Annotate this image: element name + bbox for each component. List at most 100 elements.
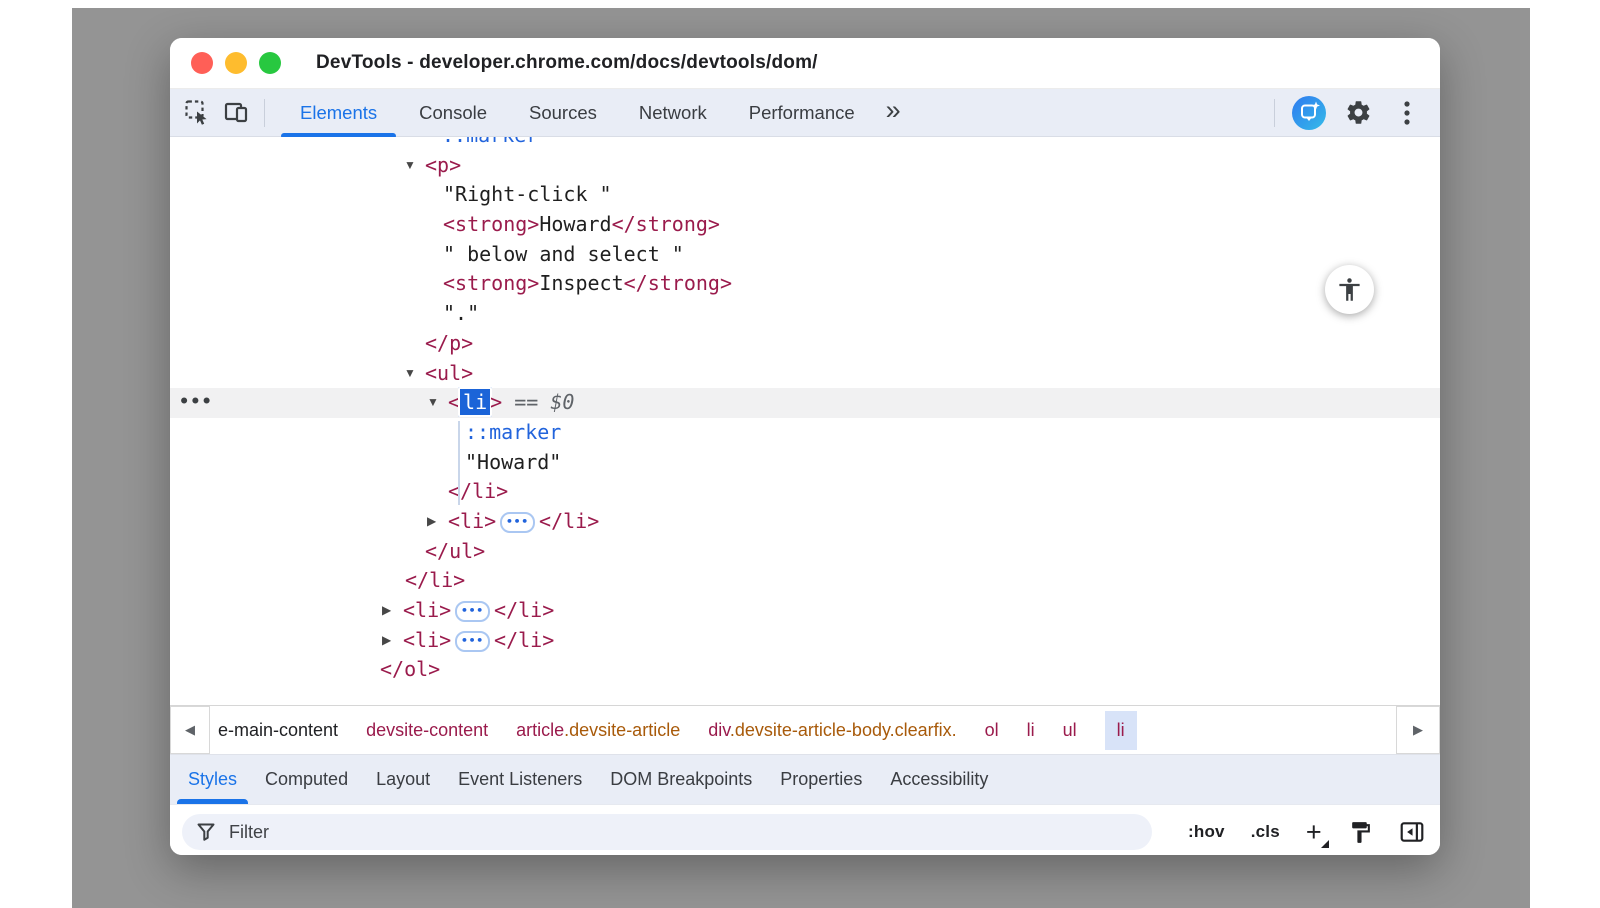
dom-tree-row[interactable]: </ol> [170, 655, 1440, 685]
expand-children-button[interactable]: ••• [455, 631, 490, 652]
token-tag: <li> [448, 509, 496, 533]
twisty-collapsed-icon[interactable]: ▶ [427, 507, 436, 537]
dom-node-text: <li>•••</li> [448, 507, 599, 537]
dom-tree-row[interactable]: <strong>Inspect</strong> [170, 269, 1440, 299]
toggle-sidebar-button[interactable] [1399, 819, 1425, 845]
ai-assistant-button[interactable] [1294, 98, 1324, 128]
breadcrumb-item[interactable]: ol [985, 720, 999, 741]
breadcrumb-item[interactable]: li [1105, 711, 1137, 750]
breadcrumb-scroll-right-button[interactable]: ▶ [1396, 706, 1440, 754]
tab-sources[interactable]: Sources [508, 89, 618, 136]
dom-tree-row[interactable]: <strong>Howard</strong> [170, 210, 1440, 240]
twisty-expanded-icon[interactable]: ▼ [404, 151, 416, 181]
twisty-expanded-icon[interactable]: ▼ [404, 359, 416, 389]
dom-tree-row[interactable]: ▶ <li>•••</li> [170, 626, 1440, 656]
breadcrumb-item[interactable]: devsite-content [366, 720, 488, 741]
dom-tree-row[interactable]: </ul> [170, 537, 1440, 567]
twisty-collapsed-icon[interactable]: ▶ [382, 626, 391, 656]
sidebar-tab-styles[interactable]: Styles [174, 755, 251, 804]
token-tag: </p> [425, 331, 473, 355]
token-text: "Howard" [465, 450, 561, 474]
dom-tree-row[interactable]: "." [170, 299, 1440, 329]
dom-node-text: "Howard" [465, 448, 561, 478]
toggle-class-button[interactable]: .cls [1251, 822, 1280, 842]
sidebar-tab-accessibility[interactable]: Accessibility [876, 755, 1002, 804]
dom-tree-row[interactable]: ▶ <li>•••</li> [170, 507, 1440, 537]
close-window-button[interactable] [191, 52, 213, 74]
inspect-cursor-icon [184, 99, 211, 126]
dom-tree-row[interactable]: "Right-click " [170, 180, 1440, 210]
funnel-icon [196, 822, 216, 842]
devtools-toolbar: ElementsConsoleSourcesNetworkPerformance… [170, 89, 1440, 137]
more-tabs-button[interactable]: » [876, 97, 911, 124]
device-toolbar-button[interactable] [222, 98, 252, 128]
title-bar: DevTools - developer.chrome.com/docs/dev… [170, 38, 1440, 89]
dom-tree-row[interactable]: </li> [170, 477, 1440, 507]
token-text: "." [443, 301, 479, 325]
traffic-lights [191, 52, 281, 74]
sidebar-tab-computed[interactable]: Computed [251, 755, 362, 804]
dom-tree-panel: ::marker▼<p>"Right-click "<strong>Howard… [170, 137, 1440, 705]
token-tag: <li> [403, 628, 451, 652]
filter-field[interactable] [182, 814, 1152, 850]
window-title: DevTools - developer.chrome.com/docs/dev… [316, 52, 818, 74]
token-tag: </ul> [425, 539, 485, 563]
expand-children-button[interactable]: ••• [500, 512, 535, 533]
chevron-right-icon: ▶ [1413, 722, 1423, 738]
dom-node-text: <li>•••</li> [403, 596, 554, 626]
dom-tree-row[interactable]: ▶ <li>•••</li> [170, 596, 1440, 626]
twisty-collapsed-icon[interactable]: ▶ [382, 596, 391, 626]
sidebar-tab-dom-breakpoints[interactable]: DOM Breakpoints [596, 755, 766, 804]
breadcrumb-item[interactable]: div.devsite-article-body.clearfix. [708, 720, 956, 741]
tab-network[interactable]: Network [618, 89, 728, 136]
dom-tree-row[interactable]: ▼ <ul> [170, 359, 1440, 389]
row-menu-dots-icon[interactable]: ••• [179, 388, 213, 418]
dom-node-text: <strong>Inspect</strong> [443, 269, 732, 299]
dom-tree-row[interactable]: •••▼<li> == $0 [170, 388, 1440, 418]
minimize-window-button[interactable] [225, 52, 247, 74]
sidebar-tab-properties[interactable]: Properties [766, 755, 876, 804]
sidebar-tab-event-listeners[interactable]: Event Listeners [444, 755, 596, 804]
breadcrumb-item[interactable]: ul [1063, 720, 1077, 741]
dom-node-text: <li>•••</li> [403, 626, 554, 656]
token-tag: <ul> [425, 361, 473, 385]
new-style-rule-button[interactable]: + [1306, 819, 1322, 846]
dom-tree-row[interactable]: " below and select " [170, 240, 1440, 270]
paint-roller-button[interactable] [1348, 820, 1373, 845]
token-edit: li [458, 387, 492, 417]
styles-filter-bar: :hov .cls + [170, 804, 1440, 855]
breadcrumb-scroll-left-button[interactable]: ◀ [170, 706, 210, 754]
breadcrumb-item[interactable]: li [1027, 720, 1035, 741]
token-dollar: $0 [550, 390, 574, 414]
expand-children-button[interactable]: ••• [455, 601, 490, 622]
more-menu-button[interactable] [1392, 98, 1422, 128]
devtools-window: DevTools - developer.chrome.com/docs/dev… [170, 38, 1440, 855]
accessibility-overlay-button[interactable] [1325, 265, 1374, 314]
dom-tree-row[interactable]: ▼<p> [170, 151, 1440, 181]
inspect-element-button[interactable] [182, 98, 212, 128]
zoom-window-button[interactable] [259, 52, 281, 74]
dom-tree-row[interactable]: </li> [170, 566, 1440, 596]
filter-input[interactable] [227, 821, 1146, 844]
chevron-left-icon: ◀ [185, 722, 195, 738]
dom-tree-row[interactable]: ::marker [170, 418, 1440, 448]
dom-tree-row[interactable]: </p> [170, 329, 1440, 359]
settings-button[interactable] [1343, 98, 1373, 128]
indent-guide [458, 421, 460, 505]
tab-performance[interactable]: Performance [728, 89, 876, 136]
twisty-expanded-icon[interactable]: ▼ [427, 388, 439, 418]
dom-tree-row[interactable]: "Howard" [170, 448, 1440, 478]
breadcrumb-item[interactable]: e-main-content [218, 720, 338, 741]
dom-node-text: <strong>Howard</strong> [443, 210, 720, 240]
panel-tab-strip: ElementsConsoleSourcesNetworkPerformance [279, 89, 876, 136]
token-text: "Right-click " [443, 182, 612, 206]
dom-node-text: " below and select " [443, 240, 684, 270]
toolbar-separator [1274, 99, 1275, 127]
token-text: " below and select " [443, 242, 684, 266]
tab-console[interactable]: Console [398, 89, 508, 136]
dom-tree-row[interactable]: ::marker [170, 137, 1440, 151]
breadcrumb-item[interactable]: article.devsite-article [516, 720, 680, 741]
sidebar-tab-layout[interactable]: Layout [362, 755, 444, 804]
tab-elements[interactable]: Elements [279, 89, 398, 136]
toggle-element-state-button[interactable]: :hov [1188, 822, 1225, 842]
